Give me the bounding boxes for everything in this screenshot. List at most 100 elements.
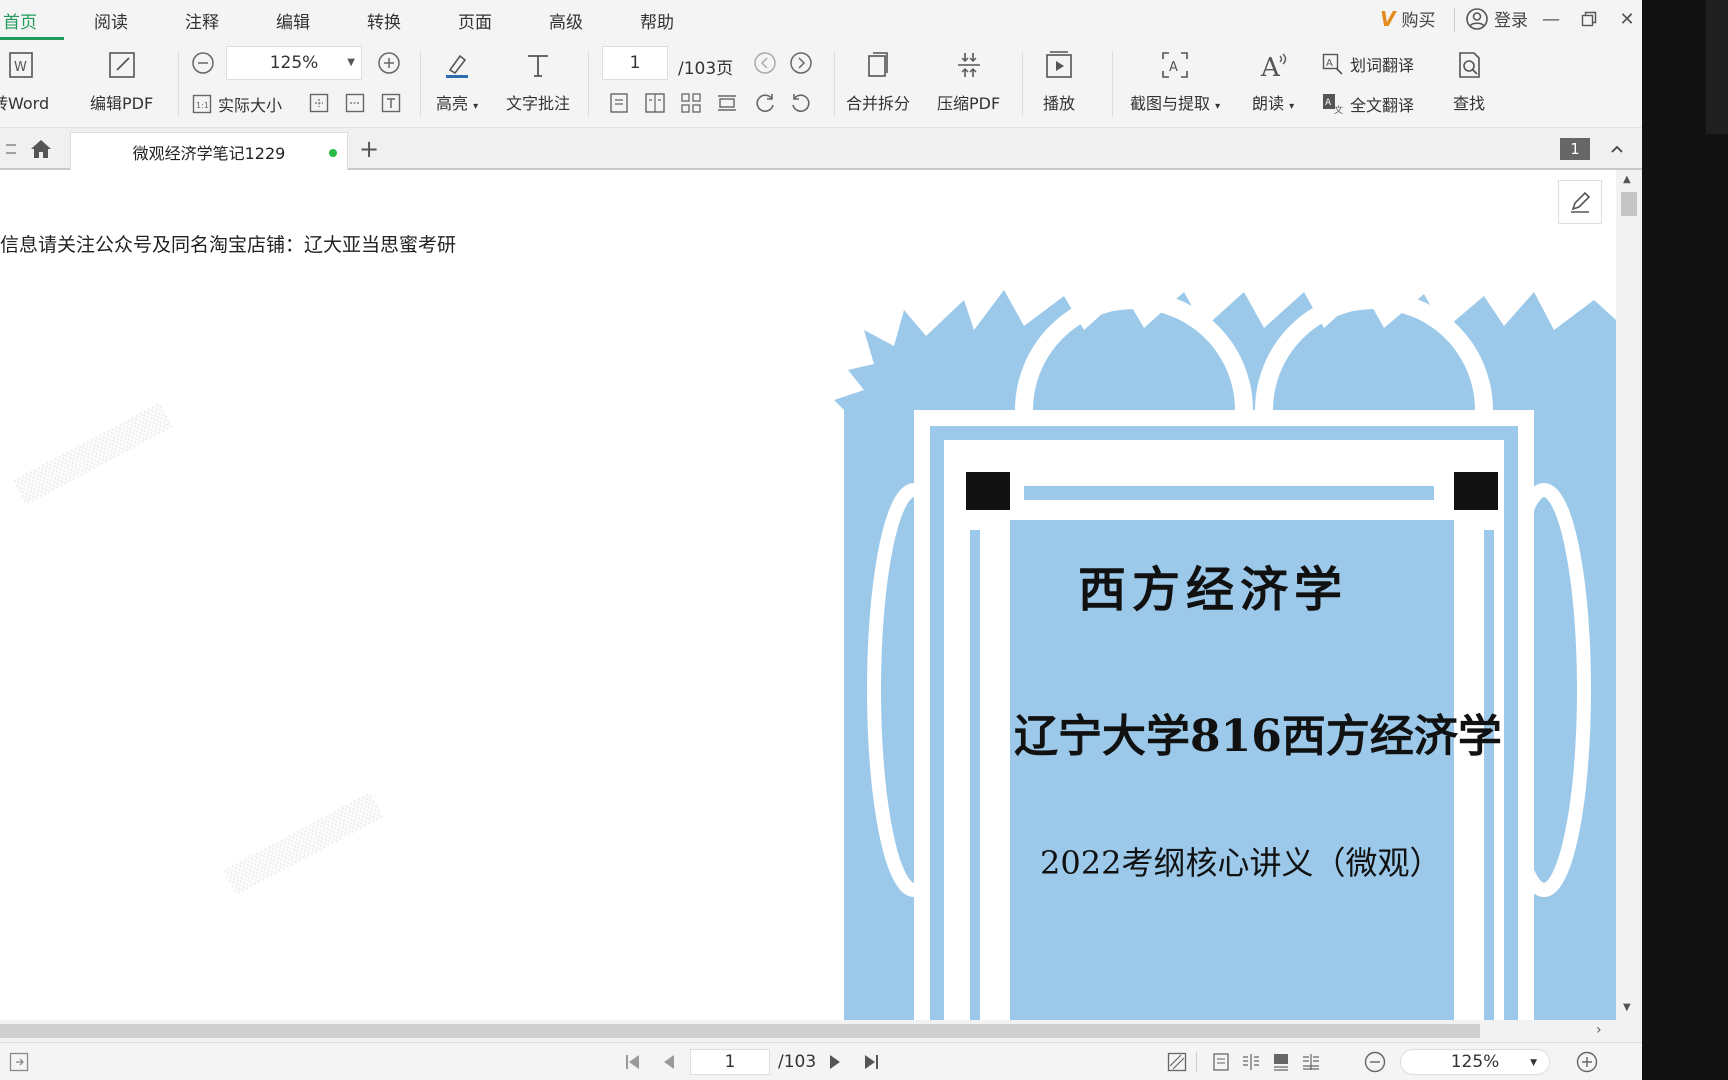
status-single-page-button[interactable] xyxy=(1208,1049,1234,1075)
fit-page-button[interactable] xyxy=(306,90,332,116)
first-page-button[interactable] xyxy=(620,1049,646,1075)
reading-mode-button[interactable] xyxy=(1164,1049,1190,1075)
status-continuous-button[interactable] xyxy=(1268,1049,1294,1075)
read-aloud-button[interactable]: A 朗读 ▾ xyxy=(1252,40,1294,114)
scroll-down-icon[interactable]: ▼ xyxy=(1623,1002,1631,1013)
continuous-page-icon xyxy=(718,95,736,111)
login-button[interactable]: 登录 xyxy=(1466,6,1528,31)
status-prev-page-button[interactable] xyxy=(656,1049,682,1075)
status-zoom-out-button[interactable] xyxy=(1362,1049,1388,1075)
last-page-button[interactable] xyxy=(858,1049,884,1075)
compress-pdf-button[interactable]: 压缩PDF xyxy=(937,40,1000,114)
fit-width-button[interactable] xyxy=(342,90,368,116)
menu-read[interactable]: 阅读 xyxy=(94,8,128,33)
floating-edit-button[interactable] xyxy=(1558,180,1602,224)
toolbar-separator xyxy=(1112,52,1113,116)
horizontal-scrollbar[interactable]: › xyxy=(0,1020,1642,1042)
document-viewport[interactable]: ▒▒▒▒▒▒▒▒▒ ▒▒▒▒▒▒▒▒▒ 信息请关注公众号及同名淘宝店铺：辽大亚当… xyxy=(0,170,1616,1020)
reading-mode-icon xyxy=(1167,1052,1187,1072)
next-page-button[interactable] xyxy=(788,50,814,76)
svg-text:A: A xyxy=(1325,98,1332,108)
to-word-button[interactable]: W 转Word xyxy=(0,40,49,114)
buy-button[interactable]: V 购买 xyxy=(1380,6,1435,32)
chevron-down-icon: ▼ xyxy=(1530,1058,1537,1068)
sidebar-toggle-button[interactable] xyxy=(6,1049,32,1075)
play-button[interactable]: 播放 xyxy=(1042,40,1076,114)
arrow-swap-icon xyxy=(6,144,16,154)
scroll-up-icon[interactable]: ▲ xyxy=(1623,174,1631,185)
vertical-scroll-thumb[interactable] xyxy=(1621,192,1637,216)
status-page-input[interactable]: 1 xyxy=(690,1049,770,1075)
single-page-button[interactable] xyxy=(606,90,632,116)
page-total-label: /103页 xyxy=(678,59,734,79)
horizontal-scroll-thumb[interactable] xyxy=(0,1024,1480,1038)
rotate-right-button[interactable] xyxy=(752,90,778,116)
zoom-out-icon xyxy=(1364,1051,1386,1073)
close-button[interactable]: ✕ xyxy=(1612,4,1642,34)
zoom-select[interactable]: 125% ▼ xyxy=(226,46,362,80)
single-page-icon xyxy=(610,93,628,113)
text-annotate-button[interactable]: 文字批注 xyxy=(506,40,570,114)
edit-pdf-button[interactable]: 编辑PDF xyxy=(90,40,153,114)
svg-text:文: 文 xyxy=(1334,104,1343,115)
merge-split-button[interactable]: 合并拆分 xyxy=(846,40,910,114)
compress-icon xyxy=(952,48,986,82)
vertical-scrollbar[interactable]: ▲ ▼ xyxy=(1616,170,1642,1020)
word-translate-button[interactable]: A 划词翻译 xyxy=(1322,52,1414,76)
actual-size-button[interactable]: 1:1 实际大小 xyxy=(192,92,282,116)
menu-annotate[interactable]: 注释 xyxy=(185,8,219,33)
scroll-right-icon[interactable]: › xyxy=(1596,1022,1602,1038)
sidebar-toggle-icon xyxy=(9,1052,29,1072)
cover-subtitle: 2022考纲核心讲义（微观） xyxy=(1040,844,1442,882)
minimize-icon: — xyxy=(1542,8,1560,30)
svg-text:A: A xyxy=(1169,60,1178,75)
menu-convert[interactable]: 转换 xyxy=(367,8,401,33)
chevron-down-icon: ▼ xyxy=(347,57,355,68)
page-number-input[interactable]: 1 xyxy=(602,46,668,80)
status-bar: 1 /103 125% ▼ xyxy=(0,1042,1642,1080)
status-zoom-in-button[interactable] xyxy=(1574,1049,1600,1075)
screenshot-extract-button[interactable]: A 截图与提取 ▾ xyxy=(1130,40,1220,114)
menu-edit[interactable]: 编辑 xyxy=(276,8,310,33)
find-button[interactable]: 查找 xyxy=(1452,40,1486,114)
prev-page-button[interactable] xyxy=(752,50,778,76)
minimize-button[interactable]: — xyxy=(1536,4,1566,34)
status-double-page-button[interactable] xyxy=(1238,1049,1264,1075)
svg-text:A: A xyxy=(1326,58,1333,69)
toolbar-separator xyxy=(588,52,589,116)
menu-page[interactable]: 页面 xyxy=(458,8,492,33)
rotate-left-button[interactable] xyxy=(788,90,814,116)
zoom-out-button[interactable] xyxy=(190,50,216,76)
menu-home[interactable]: 首页 xyxy=(3,8,37,33)
status-continuous-double-button[interactable] xyxy=(1298,1049,1324,1075)
highlight-button[interactable]: 高亮 ▾ xyxy=(436,40,478,114)
toolbar-separator xyxy=(178,52,179,116)
tab-document[interactable]: 微观经济学笔记1229 xyxy=(70,132,348,170)
zoom-in-button[interactable] xyxy=(376,50,402,76)
status-zoom-select[interactable]: 125% ▼ xyxy=(1400,1049,1550,1075)
double-page-button[interactable] xyxy=(642,90,668,116)
full-translate-icon: A文 xyxy=(1323,94,1343,115)
toolbar-separator xyxy=(420,52,421,116)
status-next-page-button[interactable] xyxy=(822,1049,848,1075)
continuous-page-button[interactable] xyxy=(714,90,740,116)
watermark-decoration: ▒▒▒▒▒▒▒▒▒ xyxy=(13,402,173,506)
chevron-up-icon xyxy=(1611,145,1623,153)
menu-help[interactable]: 帮助 xyxy=(640,8,674,33)
menu-advanced[interactable]: 高级 xyxy=(549,8,583,33)
full-translate-button[interactable]: A文 全文翻译 xyxy=(1322,92,1414,116)
page-header-text: 信息请关注公众号及同名淘宝店铺：辽大亚当思蜜考研 xyxy=(0,234,457,256)
text-select-button[interactable] xyxy=(378,90,404,116)
continuous-double-button[interactable] xyxy=(678,90,704,116)
restore-button[interactable] xyxy=(1574,4,1604,34)
vip-icon: V xyxy=(1380,6,1396,31)
triangle-left-icon xyxy=(664,1055,674,1069)
word-convert-icon: W xyxy=(4,48,38,82)
back-nav-button[interactable] xyxy=(0,136,26,162)
collapse-toolbar-button[interactable] xyxy=(1604,136,1630,162)
menu-bar: 首页 阅读 注释 编辑 转换 页面 高级 帮助 V 购买 登录 — ✕ xyxy=(0,0,1642,40)
new-tab-button[interactable]: + xyxy=(356,135,382,163)
merge-pages-icon xyxy=(861,48,895,82)
fit-page-icon xyxy=(309,93,329,113)
home-button[interactable] xyxy=(28,136,54,162)
